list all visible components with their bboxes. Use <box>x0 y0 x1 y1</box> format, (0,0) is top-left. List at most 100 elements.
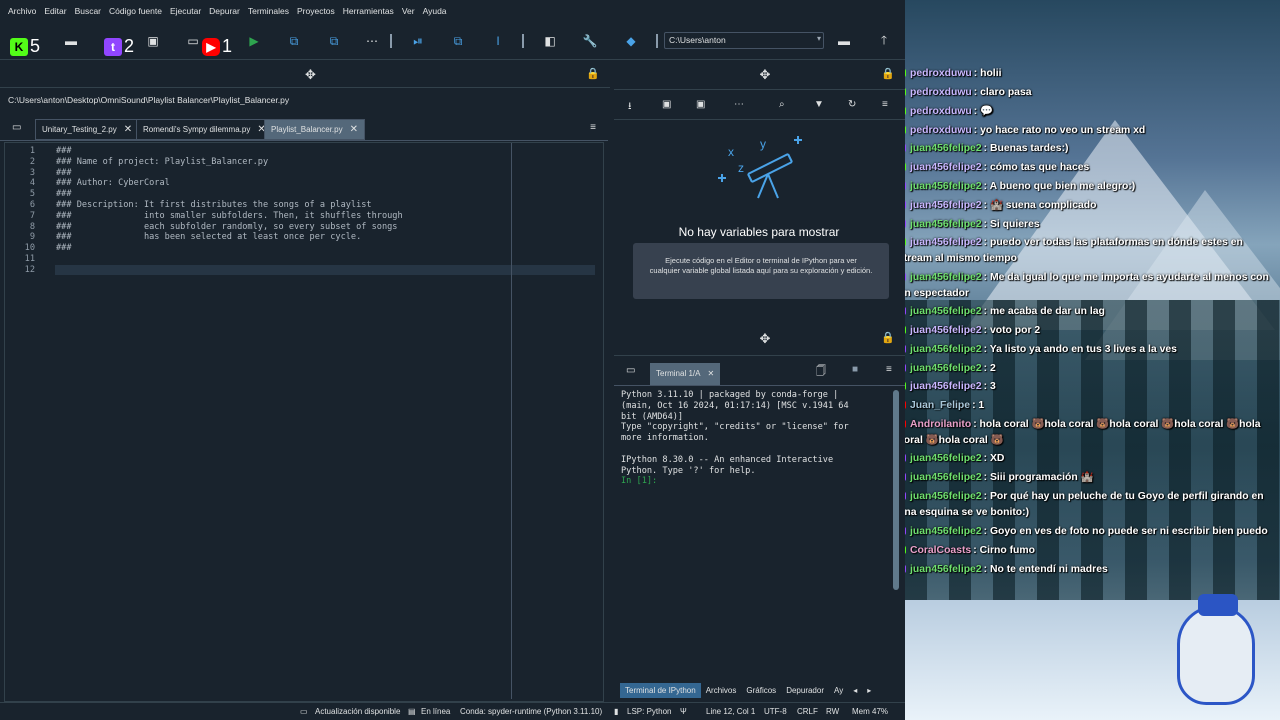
twitch-icon <box>905 273 906 282</box>
close-icon[interactable]: ✕ <box>350 124 358 135</box>
tab-archivos[interactable]: Archivos <box>701 683 742 698</box>
close-icon[interactable]: ✕ <box>707 369 714 379</box>
filter-icon[interactable]: ▼ <box>814 99 824 110</box>
close-icon[interactable]: ✕ <box>124 124 132 135</box>
stop-icon[interactable]: ■ <box>852 364 858 375</box>
run-cell-icon[interactable]: ⧉ <box>283 30 305 52</box>
lock-icon[interactable]: 🔒 <box>881 67 895 80</box>
chat-message: pedroxduwu: holii <box>905 66 1273 82</box>
menu-codigo-fuente[interactable]: Código fuente <box>105 6 166 16</box>
browse-tabs-icon[interactable]: ▭ <box>12 122 21 133</box>
lsp-icon: ▮ <box>614 707 619 716</box>
chat-username: CoralCoasts <box>910 545 972 556</box>
console-prompt[interactable]: In [1]: <box>621 476 657 486</box>
variable-explorer-header: ✥ 🔒 <box>614 62 905 90</box>
menu-editar[interactable]: Editar <box>40 6 70 16</box>
kick-icon <box>905 107 906 116</box>
editor-file-path: C:\Users\anton\Desktop\OmniSound\Playlis… <box>8 95 290 105</box>
menu-proyectos[interactable]: Proyectos <box>293 6 339 16</box>
update-status[interactable]: Actualización disponible <box>315 707 400 716</box>
code-editor[interactable]: 1 2 3 4 5 6 7 8 9 10 11 12 ### ### Name … <box>4 142 604 702</box>
refresh-icon[interactable]: ↻ <box>848 99 856 110</box>
maximize-pane-icon[interactable]: ◧ <box>539 30 561 52</box>
menu-ver[interactable]: Ver <box>398 6 419 16</box>
python-icon[interactable]: ◆ <box>620 30 642 52</box>
svg-text:x: x <box>728 145 734 159</box>
clear-icon[interactable]: 🗍 <box>816 364 826 381</box>
search-icon[interactable]: ⌕ <box>779 99 785 110</box>
variable-explorer-body: x z y No hay variables para mostrar Ejec… <box>616 122 900 314</box>
chat-username: juan456felipe2 <box>910 344 982 355</box>
menu-herramientas[interactable]: Herramientas <box>339 6 398 16</box>
run-cell-advance-icon[interactable]: ⧉ <box>323 30 345 52</box>
empty-variables-title: No hay variables para mostrar <box>678 225 840 239</box>
eol-status: CRLF <box>797 707 818 716</box>
twitch-icon <box>905 201 906 210</box>
cursor-position: Line 12, Col 1 <box>706 707 756 716</box>
tab-ipython-terminal[interactable]: Terminal de IPython <box>620 683 701 698</box>
tab-romendi-sympy[interactable]: Romendi's Sympy dilemma.py ✕ <box>136 119 273 140</box>
code-text[interactable]: ### ### Name of project: Playlist_Balanc… <box>56 146 403 265</box>
menu-terminales[interactable]: Terminales <box>244 6 293 16</box>
kick-icon: K <box>10 37 28 56</box>
scrollbar-thumb[interactable] <box>893 390 899 590</box>
tab-depurador[interactable]: Depurador <box>781 683 829 698</box>
tab-unitary-testing[interactable]: Unitary_Testing_2.py ✕ <box>35 119 140 140</box>
lock-icon[interactable]: 🔒 <box>881 331 895 344</box>
conda-status[interactable]: Conda: spyder-runtime (Python 3.11.10) <box>460 707 602 716</box>
menu-depurar[interactable]: Depurar <box>205 6 244 16</box>
move-icon[interactable]: ✥ <box>760 331 771 347</box>
youtube-count: 1 <box>222 36 233 56</box>
open-folder-icon[interactable]: ▬ <box>60 30 82 52</box>
chevron-left-icon[interactable]: ◂ <box>848 683 862 698</box>
save-data-icon[interactable]: ▣ <box>662 99 671 110</box>
chat-username: juan456felipe2 <box>910 381 982 392</box>
menu-ejecutar[interactable]: Ejecutar <box>166 6 205 16</box>
tab-ayuda[interactable]: Ay <box>829 683 848 698</box>
chat-text: : yo hace rato no veo un stream xd <box>973 125 1146 136</box>
debug-icon[interactable]: ⏯ <box>407 30 429 52</box>
options-menu-icon[interactable]: ≡ <box>886 364 892 375</box>
tab-playlist-balancer[interactable]: Playlist_Balancer.py ✕ <box>264 119 365 140</box>
kick-count: 5 <box>30 36 41 56</box>
editor-tab-bar: ▭ Unitary_Testing_2.py ✕ Romendi's Sympy … <box>0 117 608 141</box>
save-icon[interactable]: ▣ <box>142 30 164 52</box>
more-icon[interactable]: ⋯ <box>734 99 744 110</box>
kick-icon <box>905 546 906 555</box>
console-scrollbar[interactable] <box>892 386 900 676</box>
chat-text: : holii <box>973 68 1002 79</box>
options-menu-icon[interactable]: ≡ <box>882 99 888 110</box>
chevron-down-icon[interactable]: ▾ <box>817 34 821 43</box>
lsp-status[interactable]: LSP: Python <box>627 707 671 716</box>
step-icon[interactable]: I <box>487 30 509 52</box>
save-as-icon[interactable]: ▣ <box>696 99 705 110</box>
tab-graficos[interactable]: Gráficos <box>741 683 781 698</box>
run-icon[interactable]: ▶ <box>243 30 265 52</box>
tab-label: Romendi's Sympy dilemma.py <box>143 125 251 134</box>
move-icon[interactable]: ✥ <box>760 67 771 83</box>
import-data-icon[interactable]: ⭳ <box>628 99 632 116</box>
console-output[interactable]: Python 3.11.10 | packaged by conda-forge… <box>621 390 889 487</box>
parent-dir-icon[interactable]: 🡑 <box>873 30 895 52</box>
chat-message: juan456felipe2: 🏰 suena complicado <box>905 198 1273 214</box>
tab-terminal-1a[interactable]: Terminal 1/A ✕ <box>650 363 721 385</box>
new-window-icon[interactable]: ▭ <box>182 30 204 52</box>
more-icon[interactable]: ⋯ <box>361 30 383 52</box>
menu-ayuda[interactable]: Ayuda <box>419 6 451 16</box>
chat-username: juan456felipe2 <box>910 564 982 575</box>
wrench-icon[interactable]: 🔧 <box>579 30 601 52</box>
move-icon[interactable]: ✥ <box>305 67 316 83</box>
options-menu-icon[interactable]: ≡ <box>590 122 596 133</box>
lock-icon[interactable]: 🔒 <box>586 67 600 80</box>
chevron-right-icon[interactable]: ▸ <box>862 683 876 698</box>
menu-archivo[interactable]: Archivo <box>4 6 40 16</box>
browse-folder-icon[interactable]: ▬ <box>833 30 855 52</box>
working-directory-combo[interactable]: C:\Users\anton ▾ <box>664 32 824 49</box>
menu-buscar[interactable]: Buscar <box>71 6 105 16</box>
console-pane-header: ✥ 🔒 <box>614 322 905 356</box>
debug-cell-icon[interactable]: ⧉ <box>447 30 469 52</box>
update-icon[interactable]: ▭ <box>300 707 308 716</box>
chat-username: juan456felipe2 <box>910 181 982 192</box>
chat-message: juan456felipe2: 3 <box>905 379 1273 395</box>
browse-tabs-icon[interactable]: ▭ <box>626 365 635 376</box>
